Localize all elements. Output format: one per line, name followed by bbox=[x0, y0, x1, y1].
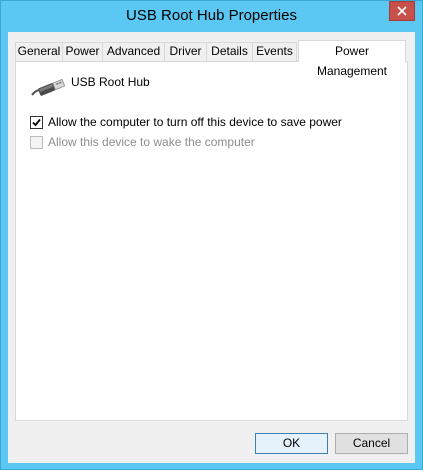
tab-power[interactable]: Power bbox=[62, 42, 103, 61]
allow-turn-off-label: Allow the computer to turn off this devi… bbox=[48, 115, 342, 129]
allow-turn-off-checkbox[interactable] bbox=[30, 115, 43, 129]
tab-power-management[interactable]: Power Management bbox=[298, 40, 406, 78]
usb-plug-icon bbox=[31, 78, 66, 96]
dialog-body: General Power Advanced Driver Details Ev… bbox=[8, 32, 415, 463]
tab-details[interactable]: Details bbox=[206, 42, 253, 61]
properties-dialog: USB Root Hub Properties General Power Ad… bbox=[0, 0, 423, 470]
allow-wake-label: Allow this device to wake the computer bbox=[48, 135, 255, 149]
close-button[interactable] bbox=[389, 1, 415, 21]
title-bar[interactable]: USB Root Hub Properties bbox=[1, 1, 422, 33]
allow-wake-option: Allow this device to wake the computer bbox=[30, 135, 255, 149]
tab-strip: General Power Advanced Driver Details Ev… bbox=[15, 40, 408, 78]
allow-wake-checkbox bbox=[30, 135, 43, 149]
window-title: USB Root Hub Properties bbox=[126, 7, 297, 24]
device-name: USB Root Hub bbox=[71, 75, 150, 89]
allow-turn-off-option[interactable]: Allow the computer to turn off this devi… bbox=[30, 115, 342, 129]
checkmark-icon bbox=[32, 118, 41, 126]
tab-advanced[interactable]: Advanced bbox=[102, 42, 165, 61]
cancel-button[interactable]: Cancel bbox=[335, 433, 408, 454]
power-management-panel: USB Root Hub Allow the computer to turn … bbox=[15, 61, 408, 421]
ok-button[interactable]: OK bbox=[255, 433, 328, 454]
tab-driver[interactable]: Driver bbox=[164, 42, 207, 61]
close-icon bbox=[397, 6, 407, 16]
tab-events[interactable]: Events bbox=[252, 42, 297, 61]
tab-general[interactable]: General bbox=[15, 42, 63, 61]
